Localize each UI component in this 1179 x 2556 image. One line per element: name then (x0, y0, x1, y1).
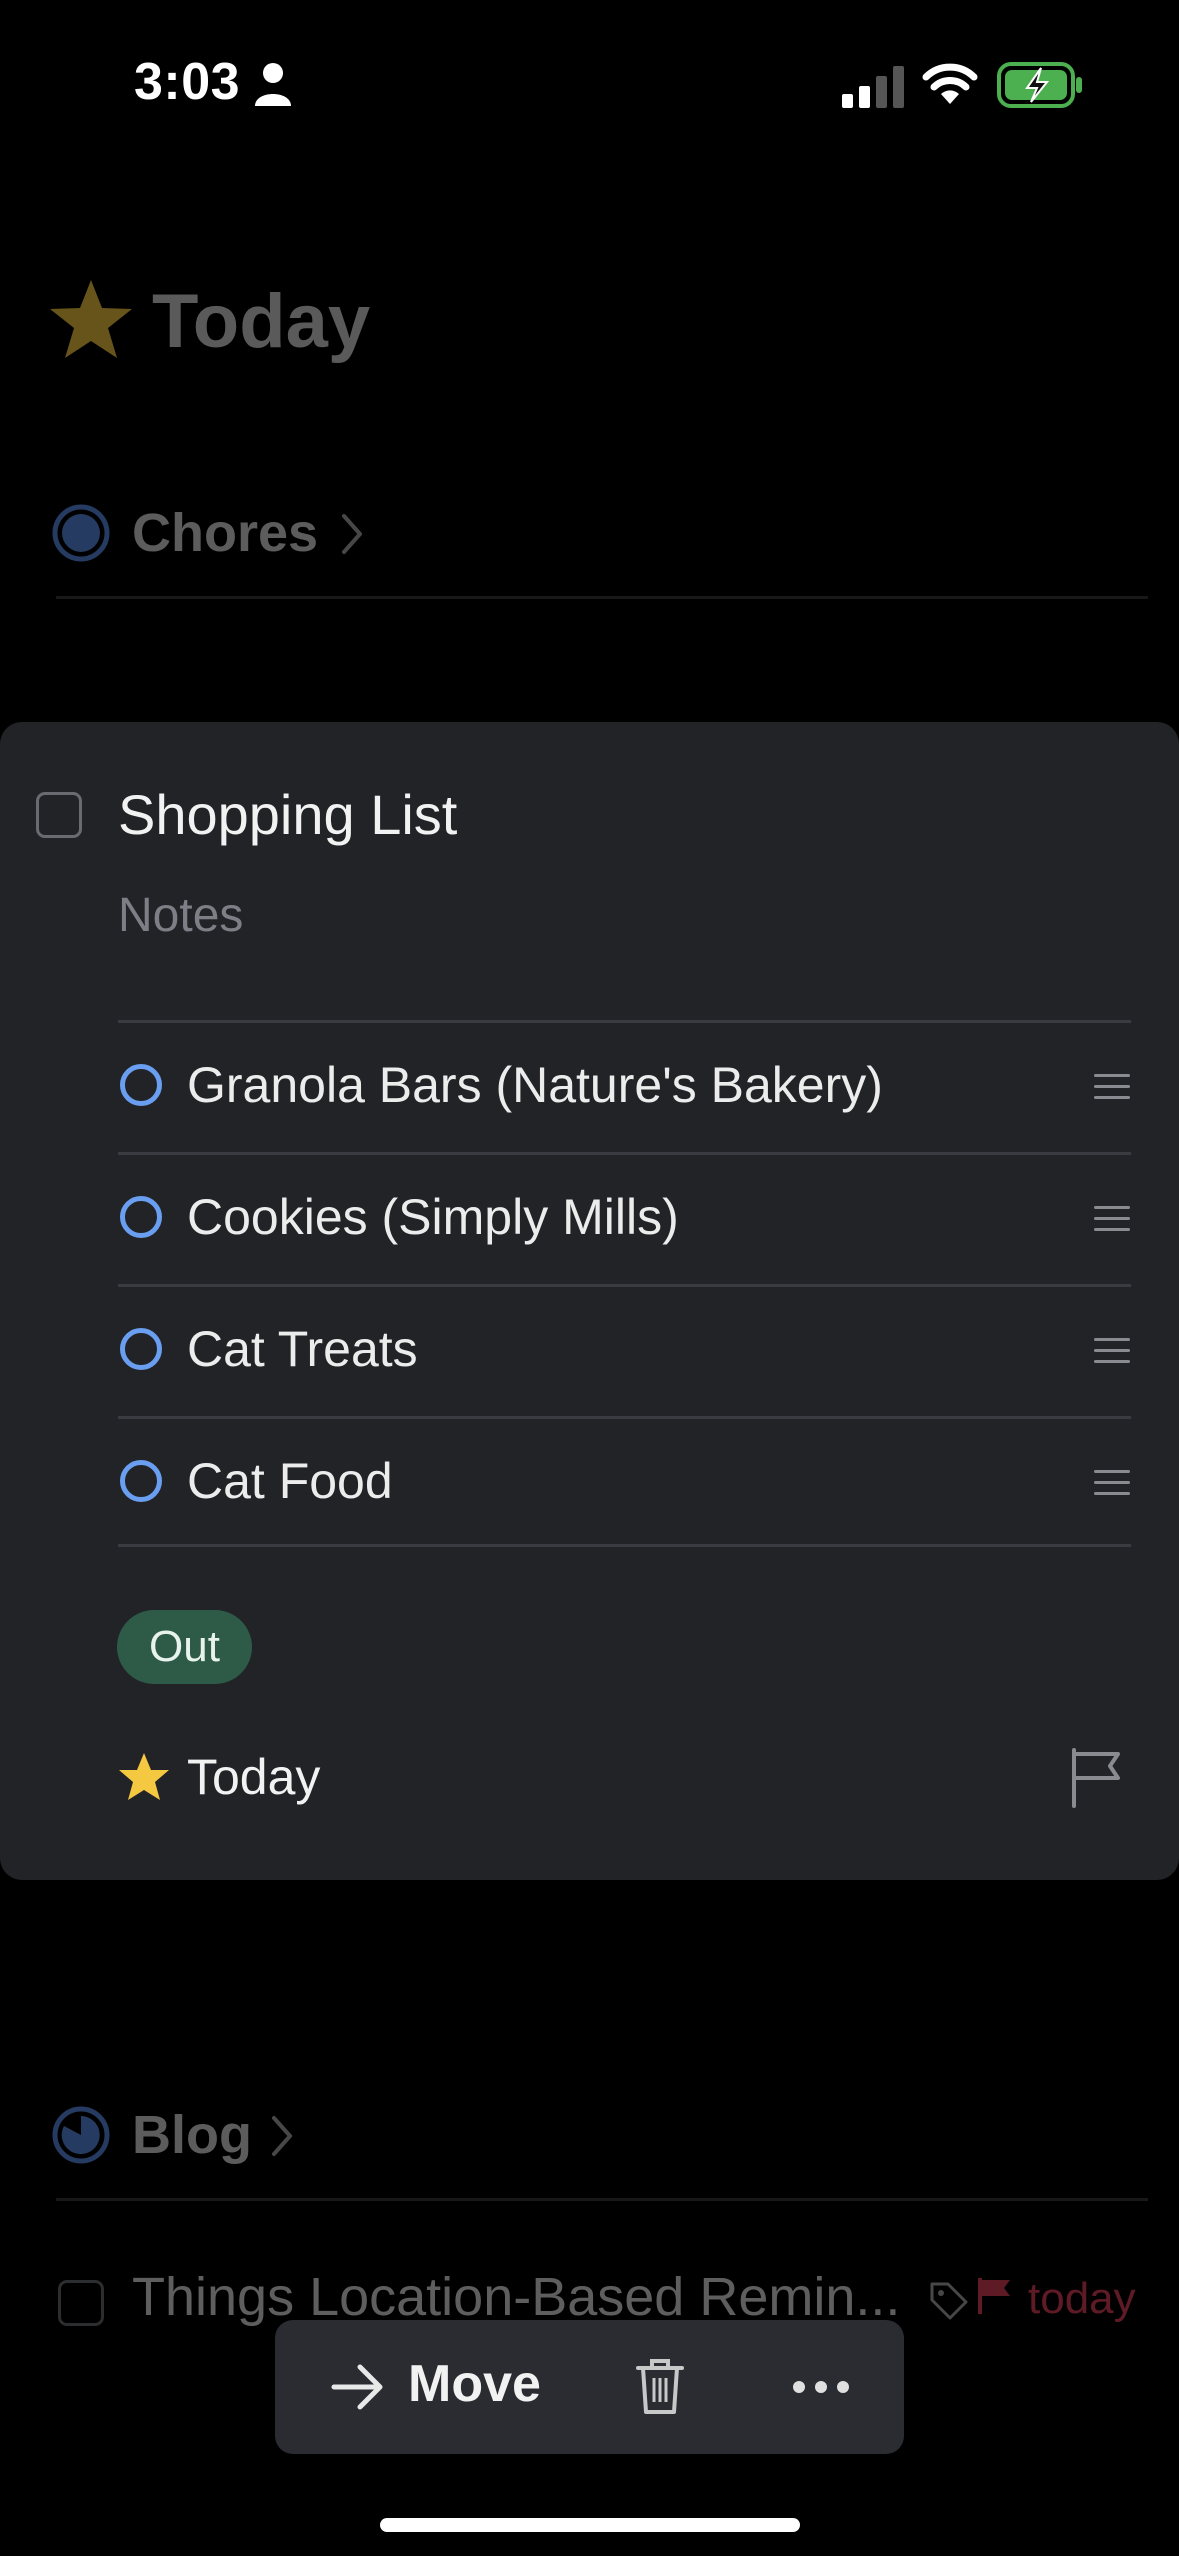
task-checkbox[interactable] (58, 2280, 104, 2326)
star-icon (50, 280, 132, 358)
deadline-flag-icon (978, 2278, 1010, 2314)
more-icon[interactable] (792, 2380, 850, 2394)
page-title: Today (152, 279, 371, 364)
chevron-right-icon (342, 514, 362, 554)
drag-handle-icon[interactable] (1094, 1074, 1130, 1100)
tag-pill[interactable]: Out (117, 1610, 252, 1684)
checklist-label[interactable]: Cat Food (187, 1452, 393, 1510)
section-divider (56, 2198, 1148, 2201)
checklist-circle[interactable] (120, 1328, 162, 1370)
battery-charging-icon (997, 62, 1082, 108)
pie-progress-icon (52, 504, 110, 562)
drag-handle-icon[interactable] (1094, 1470, 1130, 1496)
status-time: 3:03 (134, 53, 241, 111)
checklist-label[interactable]: Cookies (Simply Mills) (187, 1188, 679, 1246)
star-icon (119, 1753, 169, 1800)
notes-field[interactable]: Notes (118, 888, 243, 943)
drag-handle-icon[interactable] (1094, 1206, 1130, 1232)
checklist-divider (118, 1416, 1131, 1419)
trash-icon[interactable] (634, 2356, 686, 2416)
task-checkbox[interactable] (36, 792, 82, 838)
checklist-circle[interactable] (120, 1460, 162, 1502)
signal-icon (842, 66, 904, 108)
checklist-divider (118, 1284, 1131, 1287)
checklist-label[interactable]: Granola Bars (Nature's Bakery) (187, 1056, 883, 1114)
checklist-divider (118, 1544, 1131, 1547)
deadline-label: today (1028, 2274, 1136, 2323)
task-title[interactable]: Things Location-Based Remin... (132, 2266, 900, 2328)
home-indicator (380, 2518, 800, 2532)
section-title: Blog (132, 2105, 252, 2165)
task-title[interactable]: Shopping List (118, 782, 457, 847)
checklist-divider (118, 1020, 1131, 1023)
chevron-right-icon (272, 2116, 292, 2156)
tag-icon (930, 2282, 968, 2320)
move-label[interactable]: Move (408, 2354, 541, 2414)
pie-progress-icon (52, 2106, 110, 2164)
person-icon (255, 63, 291, 106)
arrow-right-icon (331, 2364, 383, 2410)
checklist-divider (118, 1152, 1131, 1155)
checklist-circle[interactable] (120, 1064, 162, 1106)
drag-handle-icon[interactable] (1094, 1338, 1130, 1364)
section-divider (56, 596, 1148, 599)
section-title: Chores (132, 503, 319, 563)
checklist-label[interactable]: Cat Treats (187, 1320, 418, 1378)
wifi-icon (922, 63, 978, 104)
checklist-circle[interactable] (120, 1196, 162, 1238)
when-label[interactable]: Today (187, 1748, 320, 1806)
deadline-flag-icon[interactable] (1070, 1748, 1124, 1808)
